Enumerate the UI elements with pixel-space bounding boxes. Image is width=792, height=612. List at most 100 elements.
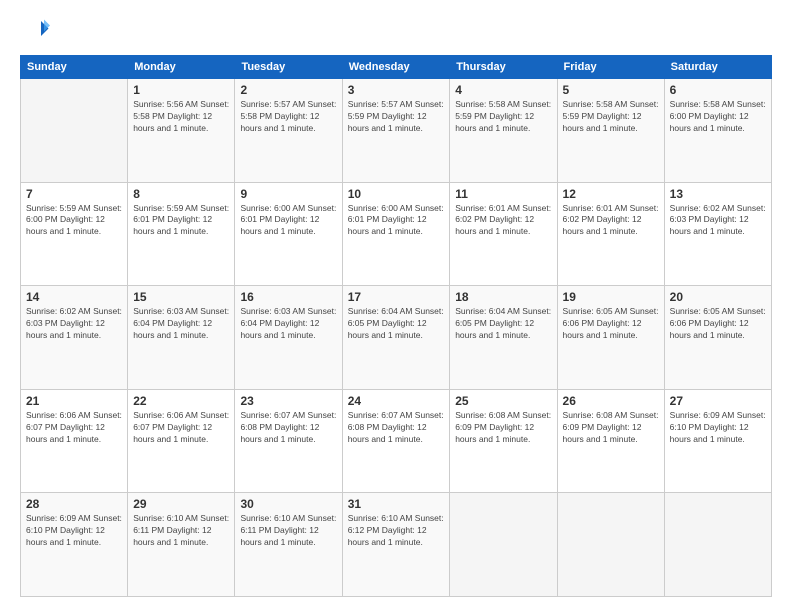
day-number: 25: [455, 394, 551, 408]
day-number: 1: [133, 83, 229, 97]
calendar-cell: 10 Sunrise: 6:00 AM Sunset: 6:01 PM Dayli…: [342, 182, 450, 286]
logo-icon: [20, 15, 50, 45]
day-number: 18: [455, 290, 551, 304]
calendar-cell: 25 Sunrise: 6:08 AM Sunset: 6:09 PM Dayli…: [450, 389, 557, 493]
day-number: 21: [26, 394, 122, 408]
calendar-cell: 5 Sunrise: 5:58 AM Sunset: 5:59 PM Daylig…: [557, 79, 664, 183]
day-info: Sunrise: 6:09 AM Sunset: 6:10 PM Dayligh…: [26, 513, 122, 549]
calendar-cell: 18Sunrise: 6:04 AM Sunset: 6:05 PM Dayli…: [450, 286, 557, 390]
day-number: 19: [563, 290, 659, 304]
day-info: Sunrise: 5:58 AM Sunset: 5:59 PM Dayligh…: [455, 99, 551, 135]
calendar-cell: [21, 79, 128, 183]
calendar-cell: 14 Sunrise: 6:02 AM Sunset: 6:03 PM Dayli…: [21, 286, 128, 390]
day-info: Sunrise: 6:02 AM Sunset: 6:03 PM Dayligh…: [670, 203, 766, 239]
day-info: Sunrise: 5:57 AM Sunset: 5:58 PM Dayligh…: [240, 99, 336, 135]
calendar-cell: 17 Sunrise: 6:04 AM Sunset: 6:05 PM Dayli…: [342, 286, 450, 390]
day-info: Sunrise: 6:01 AM Sunset: 6:02 PM Dayligh…: [563, 203, 659, 239]
day-number: 28: [26, 497, 122, 511]
calendar-day-header: Monday: [128, 56, 235, 79]
day-info: Sunrise: 6:07 AM Sunset: 6:08 PM Dayligh…: [240, 410, 336, 446]
calendar-cell: 11 Sunrise: 6:01 AM Sunset: 6:02 PM Dayli…: [450, 182, 557, 286]
day-number: 9: [240, 187, 336, 201]
day-info: Sunrise: 5:59 AM Sunset: 6:01 PM Dayligh…: [133, 203, 229, 239]
day-number: 7: [26, 187, 122, 201]
calendar-day-header: Tuesday: [235, 56, 342, 79]
calendar-cell: 26 Sunrise: 6:08 AM Sunset: 6:09 PM Dayli…: [557, 389, 664, 493]
day-info: Sunrise: 6:09 AM Sunset: 6:10 PM Dayligh…: [670, 410, 766, 446]
day-number: 20: [670, 290, 766, 304]
page: SundayMondayTuesdayWednesdayThursdayFrid…: [0, 0, 792, 612]
day-number: 2: [240, 83, 336, 97]
calendar-cell: [664, 493, 771, 597]
day-info: Sunrise: 6:00 AM Sunset: 6:01 PM Dayligh…: [240, 203, 336, 239]
day-number: 17: [348, 290, 445, 304]
calendar-cell: [450, 493, 557, 597]
calendar-cell: 16 Sunrise: 6:03 AM Sunset: 6:04 PM Dayli…: [235, 286, 342, 390]
day-info: Sunrise: 5:58 AM Sunset: 6:00 PM Dayligh…: [670, 99, 766, 135]
calendar-cell: 8Sunrise: 5:59 AM Sunset: 6:01 PM Daylig…: [128, 182, 235, 286]
day-info: Sunrise: 5:56 AM Sunset: 5:58 PM Dayligh…: [133, 99, 229, 135]
calendar-cell: 23Sunrise: 6:07 AM Sunset: 6:08 PM Dayli…: [235, 389, 342, 493]
day-info: Sunrise: 5:58 AM Sunset: 5:59 PM Dayligh…: [563, 99, 659, 135]
calendar-cell: 4 Sunrise: 5:58 AM Sunset: 5:59 PM Daylig…: [450, 79, 557, 183]
calendar-cell: 21 Sunrise: 6:06 AM Sunset: 6:07 PM Dayli…: [21, 389, 128, 493]
calendar-week-row: 21 Sunrise: 6:06 AM Sunset: 6:07 PM Dayli…: [21, 389, 772, 493]
header: [20, 15, 772, 45]
calendar-cell: 6 Sunrise: 5:58 AM Sunset: 6:00 PM Daylig…: [664, 79, 771, 183]
day-number: 16: [240, 290, 336, 304]
day-info: Sunrise: 6:02 AM Sunset: 6:03 PM Dayligh…: [26, 306, 122, 342]
day-number: 24: [348, 394, 445, 408]
day-number: 11: [455, 187, 551, 201]
calendar-cell: 1 Sunrise: 5:56 AM Sunset: 5:58 PM Daylig…: [128, 79, 235, 183]
day-number: 6: [670, 83, 766, 97]
calendar-cell: 20 Sunrise: 6:05 AM Sunset: 6:06 PM Dayli…: [664, 286, 771, 390]
day-info: Sunrise: 6:08 AM Sunset: 6:09 PM Dayligh…: [563, 410, 659, 446]
calendar-cell: 30 Sunrise: 6:10 AM Sunset: 6:11 PM Dayli…: [235, 493, 342, 597]
calendar-cell: 22 Sunrise: 6:06 AM Sunset: 6:07 PM Dayli…: [128, 389, 235, 493]
calendar-cell: 7 Sunrise: 5:59 AM Sunset: 6:00 PM Daylig…: [21, 182, 128, 286]
day-number: 26: [563, 394, 659, 408]
day-info: Sunrise: 6:03 AM Sunset: 6:04 PM Dayligh…: [240, 306, 336, 342]
day-number: 5: [563, 83, 659, 97]
day-number: 10: [348, 187, 445, 201]
day-info: Sunrise: 6:05 AM Sunset: 6:06 PM Dayligh…: [670, 306, 766, 342]
calendar-cell: 29 Sunrise: 6:10 AM Sunset: 6:11 PM Dayli…: [128, 493, 235, 597]
calendar-cell: 27 Sunrise: 6:09 AM Sunset: 6:10 PM Dayli…: [664, 389, 771, 493]
calendar-day-header: Saturday: [664, 56, 771, 79]
day-number: 15: [133, 290, 229, 304]
day-info: Sunrise: 6:03 AM Sunset: 6:04 PM Dayligh…: [133, 306, 229, 342]
day-info: Sunrise: 6:10 AM Sunset: 6:11 PM Dayligh…: [133, 513, 229, 549]
calendar-week-row: 7 Sunrise: 5:59 AM Sunset: 6:00 PM Daylig…: [21, 182, 772, 286]
day-info: Sunrise: 5:59 AM Sunset: 6:00 PM Dayligh…: [26, 203, 122, 239]
calendar-day-header: Friday: [557, 56, 664, 79]
day-info: Sunrise: 6:00 AM Sunset: 6:01 PM Dayligh…: [348, 203, 445, 239]
day-info: Sunrise: 6:06 AM Sunset: 6:07 PM Dayligh…: [133, 410, 229, 446]
calendar-week-row: 28 Sunrise: 6:09 AM Sunset: 6:10 PM Dayli…: [21, 493, 772, 597]
calendar-cell: 13 Sunrise: 6:02 AM Sunset: 6:03 PM Dayli…: [664, 182, 771, 286]
calendar-cell: 28 Sunrise: 6:09 AM Sunset: 6:10 PM Dayli…: [21, 493, 128, 597]
day-info: Sunrise: 6:07 AM Sunset: 6:08 PM Dayligh…: [348, 410, 445, 446]
calendar-week-row: 1 Sunrise: 5:56 AM Sunset: 5:58 PM Daylig…: [21, 79, 772, 183]
day-info: Sunrise: 6:06 AM Sunset: 6:07 PM Dayligh…: [26, 410, 122, 446]
day-number: 3: [348, 83, 445, 97]
day-number: 13: [670, 187, 766, 201]
day-number: 29: [133, 497, 229, 511]
day-info: Sunrise: 6:04 AM Sunset: 6:05 PM Dayligh…: [348, 306, 445, 342]
day-info: Sunrise: 6:10 AM Sunset: 6:11 PM Dayligh…: [240, 513, 336, 549]
day-number: 4: [455, 83, 551, 97]
logo: [20, 15, 54, 45]
calendar-cell: 3Sunrise: 5:57 AM Sunset: 5:59 PM Daylig…: [342, 79, 450, 183]
calendar-cell: 31Sunrise: 6:10 AM Sunset: 6:12 PM Dayli…: [342, 493, 450, 597]
day-number: 14: [26, 290, 122, 304]
day-info: Sunrise: 6:05 AM Sunset: 6:06 PM Dayligh…: [563, 306, 659, 342]
day-number: 12: [563, 187, 659, 201]
day-number: 27: [670, 394, 766, 408]
day-info: Sunrise: 6:01 AM Sunset: 6:02 PM Dayligh…: [455, 203, 551, 239]
day-info: Sunrise: 6:08 AM Sunset: 6:09 PM Dayligh…: [455, 410, 551, 446]
day-number: 22: [133, 394, 229, 408]
day-number: 30: [240, 497, 336, 511]
calendar-cell: 15 Sunrise: 6:03 AM Sunset: 6:04 PM Dayli…: [128, 286, 235, 390]
calendar-day-header: Wednesday: [342, 56, 450, 79]
day-info: Sunrise: 6:10 AM Sunset: 6:12 PM Dayligh…: [348, 513, 445, 549]
calendar-cell: 24 Sunrise: 6:07 AM Sunset: 6:08 PM Dayli…: [342, 389, 450, 493]
